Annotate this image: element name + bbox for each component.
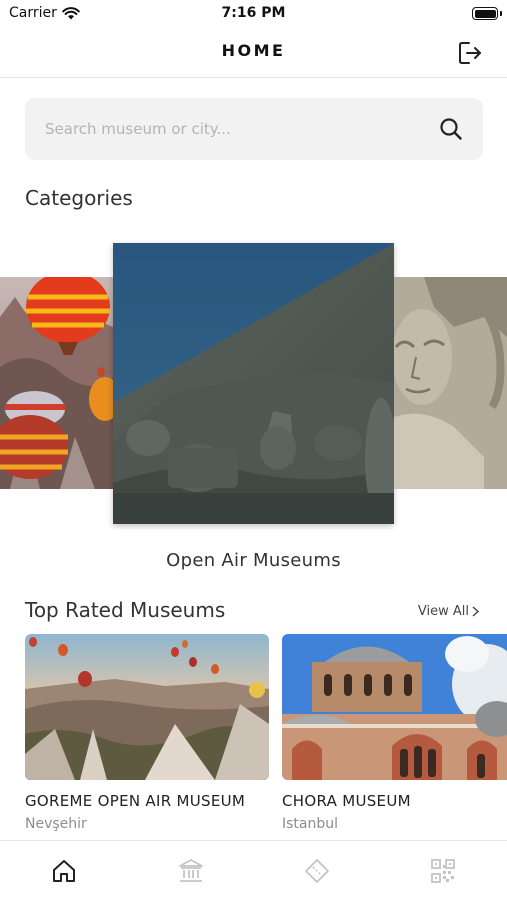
search-button[interactable] [437,115,465,143]
statue-image [394,277,507,489]
tab-bar [0,840,507,900]
categories-heading: Categories [25,186,133,210]
status-bar: Carrier 7:16 PM [0,0,507,28]
ticket-icon [305,859,329,883]
chora-image [282,634,507,780]
museum-name: GOREME OPEN AIR MUSEUM [25,792,246,810]
museum-city: Istanbul [282,816,339,832]
search-bar [25,98,483,160]
museum-name: CHORA MUSEUM [282,792,411,810]
top-rated-heading: Top Rated Museums [25,598,226,622]
home-icon [53,860,75,882]
museum-thumbnail [282,634,507,780]
battery-icon [472,7,498,20]
museum-thumbnail [25,634,269,780]
chevron-right-icon [472,606,480,617]
category-card-balloons[interactable] [0,277,113,489]
tab-home[interactable] [46,855,82,887]
search-icon [440,118,462,140]
category-card-open-air-museums[interactable] [113,243,394,524]
page-title: HOME [221,41,286,60]
search-input[interactable] [45,116,425,142]
open-air-museum-image [113,243,394,524]
view-all-link[interactable]: View All [418,604,480,619]
tab-tickets[interactable] [299,855,335,887]
logout-button[interactable] [455,38,485,68]
category-card-statues[interactable] [394,277,507,489]
navigation-bar: HOME [0,28,507,78]
category-caption: Open Air Museums [166,550,341,571]
tab-qr[interactable] [425,855,461,887]
museum-card[interactable]: CHORA MUSEUM Istanbul [282,634,507,832]
logout-icon [459,42,481,64]
goreme-image [25,634,269,780]
museum-icon [179,859,203,882]
view-all-label: View All [417,604,469,619]
category-carousel[interactable] [0,240,507,530]
museum-city: Nevşehir [25,816,87,832]
museum-card[interactable]: GOREME OPEN AIR MUSEUM Nevşehir [25,634,269,832]
tab-museums[interactable] [173,855,209,887]
balloon-valley-image [0,277,113,489]
status-time: 7:16 PM [221,5,286,21]
qr-code-icon [431,859,455,883]
